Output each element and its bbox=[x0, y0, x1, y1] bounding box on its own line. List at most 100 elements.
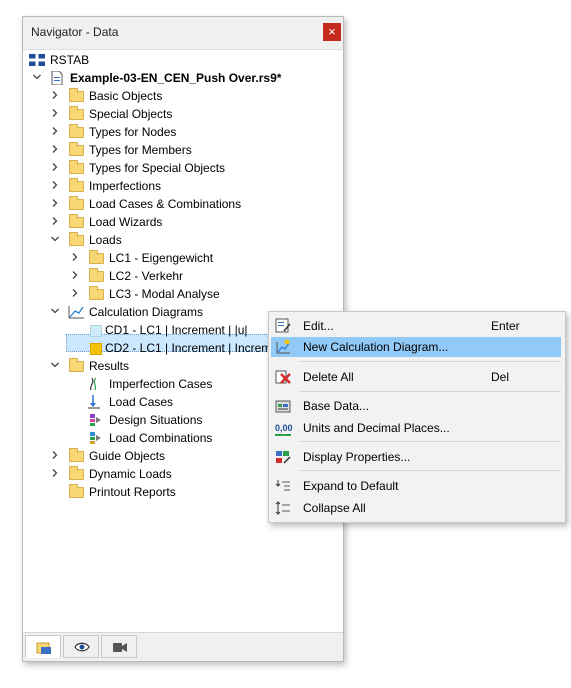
tree-item-cd2[interactable]: CD2 - LC1 | Increment | Increment bbox=[23, 339, 271, 357]
menu-item-expand-to-default[interactable]: Expand to Default bbox=[271, 476, 561, 496]
folder-icon bbox=[69, 358, 84, 372]
chevron-right-icon[interactable] bbox=[51, 145, 59, 153]
chevron-right-icon[interactable] bbox=[51, 217, 59, 225]
tree-item-label: Basic Objects bbox=[89, 89, 163, 103]
tree-item-label: Printout Reports bbox=[89, 485, 176, 499]
folder-icon bbox=[69, 448, 84, 462]
folder-icon bbox=[89, 250, 104, 264]
imperfection-icon bbox=[89, 377, 97, 391]
edit-icon bbox=[275, 318, 291, 333]
menu-item-label: Base Data... bbox=[303, 399, 370, 413]
tab-data[interactable] bbox=[25, 635, 61, 658]
menu-item-shortcut: Enter bbox=[491, 319, 520, 333]
tab-view[interactable] bbox=[63, 635, 99, 658]
tree-item-label: LC1 - Eigengewicht bbox=[109, 251, 214, 265]
tree-item-label: Load Cases bbox=[109, 395, 174, 409]
tree-item-label: Dynamic Loads bbox=[89, 467, 172, 481]
tree-item-label: Imperfections bbox=[89, 179, 162, 193]
menu-item-units-decimal-places[interactable]: 0,00 Units and Decimal Places... bbox=[271, 418, 561, 438]
chevron-down-icon[interactable] bbox=[51, 361, 59, 369]
chevron-right-icon[interactable] bbox=[51, 181, 59, 189]
chevron-right-icon[interactable] bbox=[71, 271, 79, 279]
tree-item-label: CD1 - LC1 | Increment | |u| bbox=[105, 323, 248, 337]
menu-item-label: Collapse All bbox=[303, 501, 366, 515]
tab-views[interactable] bbox=[101, 635, 137, 658]
chevron-down-icon[interactable] bbox=[51, 235, 59, 243]
tree-item-label: Types for Special Objects bbox=[89, 161, 226, 175]
data-icon bbox=[36, 642, 51, 654]
menu-separator bbox=[299, 470, 561, 471]
navigator-bottom-tabs bbox=[23, 632, 343, 661]
menu-item-collapse-all[interactable]: Collapse All bbox=[271, 498, 561, 518]
display-properties-icon bbox=[276, 451, 291, 464]
close-button[interactable]: × bbox=[323, 23, 341, 41]
chevron-right-icon[interactable] bbox=[51, 451, 59, 459]
folder-icon bbox=[69, 88, 84, 102]
chevron-right-icon[interactable] bbox=[51, 91, 59, 99]
tree-item-label: Special Objects bbox=[89, 107, 173, 121]
folder-icon bbox=[69, 232, 84, 246]
base-data-icon bbox=[275, 400, 291, 413]
root-label: RSTAB bbox=[50, 53, 90, 67]
folder-icon bbox=[69, 142, 84, 156]
chevron-right-icon[interactable] bbox=[71, 289, 79, 297]
rstab-icon bbox=[29, 54, 45, 66]
color-swatch bbox=[90, 343, 102, 355]
folder-icon bbox=[69, 196, 84, 210]
chevron-right-icon[interactable] bbox=[51, 469, 59, 477]
menu-separator bbox=[299, 391, 561, 392]
menu-item-label: Display Properties... bbox=[303, 450, 411, 464]
design-situation-icon bbox=[90, 414, 101, 426]
menu-item-shortcut: Del bbox=[491, 370, 510, 384]
title-bar: Navigator - Data × bbox=[23, 17, 343, 50]
menu-item-edit[interactable]: Edit... Enter bbox=[271, 316, 561, 336]
context-menu: Edit... Enter New Calculation Diagram...… bbox=[268, 311, 566, 523]
menu-item-label: Expand to Default bbox=[303, 479, 399, 493]
menu-item-label: Edit... bbox=[303, 319, 334, 333]
tree-item-label: LC2 - Verkehr bbox=[109, 269, 184, 283]
menu-item-display-properties[interactable]: Display Properties... bbox=[271, 447, 561, 467]
tree-item-label: Guide Objects bbox=[89, 449, 166, 463]
folder-icon bbox=[69, 160, 84, 174]
file-icon bbox=[51, 71, 63, 85]
tree-item-label: LC3 - Modal Analyse bbox=[109, 287, 220, 301]
window-title: Navigator - Data bbox=[31, 25, 119, 39]
load-combination-icon bbox=[90, 432, 101, 444]
delete-icon bbox=[275, 370, 291, 384]
camera-icon bbox=[113, 643, 127, 652]
menu-item-base-data[interactable]: Base Data... bbox=[271, 396, 561, 416]
new-diagram-icon bbox=[276, 339, 290, 354]
folder-icon bbox=[89, 268, 104, 282]
expand-icon bbox=[275, 480, 290, 491]
tree-item-label: Types for Members bbox=[89, 143, 192, 157]
menu-separator bbox=[299, 361, 561, 362]
collapse-icon bbox=[275, 501, 290, 515]
folder-icon bbox=[69, 106, 84, 120]
chevron-right-icon[interactable] bbox=[51, 199, 59, 207]
folder-icon bbox=[69, 178, 84, 192]
menu-item-label: New Calculation Diagram... bbox=[303, 340, 449, 354]
folder-icon bbox=[69, 466, 84, 480]
menu-item-new-calculation-diagram[interactable]: New Calculation Diagram... bbox=[271, 337, 561, 357]
tree-item-label: Load Combinations bbox=[109, 431, 213, 445]
tree-item-label: Load Cases & Combinations bbox=[89, 197, 242, 211]
folder-icon bbox=[69, 124, 84, 138]
tree-item-label: Design Situations bbox=[109, 413, 203, 427]
color-swatch bbox=[90, 325, 102, 337]
folder-icon bbox=[69, 484, 84, 498]
chevron-right-icon[interactable] bbox=[71, 253, 79, 261]
tree-item-label: Load Wizards bbox=[89, 215, 163, 229]
file-label: Example-03-EN_CEN_Push Over.rs9* bbox=[70, 71, 282, 85]
chevron-down-icon[interactable] bbox=[33, 73, 41, 81]
chevron-right-icon[interactable] bbox=[51, 109, 59, 117]
tree-item-label: Loads bbox=[89, 233, 122, 247]
load-case-icon bbox=[88, 395, 100, 409]
diagram-icon bbox=[68, 306, 84, 319]
chevron-right-icon[interactable] bbox=[51, 127, 59, 135]
menu-item-label: Units and Decimal Places... bbox=[303, 421, 450, 435]
chevron-down-icon[interactable] bbox=[51, 307, 59, 315]
menu-item-delete-all[interactable]: Delete All Del bbox=[271, 367, 561, 387]
units-icon: 0,00 bbox=[275, 420, 293, 436]
chevron-right-icon[interactable] bbox=[51, 163, 59, 171]
tree-item-label: Imperfection Cases bbox=[109, 377, 213, 391]
